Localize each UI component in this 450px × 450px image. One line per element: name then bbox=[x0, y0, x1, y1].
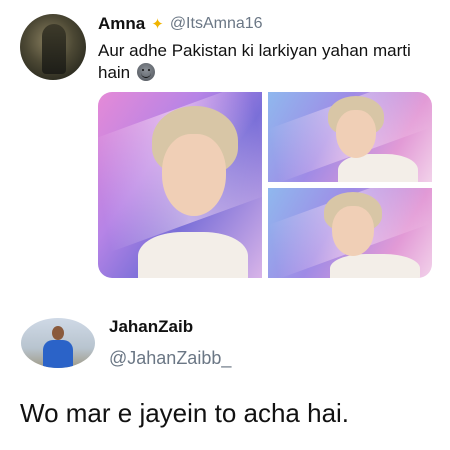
avatar[interactable] bbox=[20, 14, 86, 80]
avatar-figure bbox=[42, 24, 66, 74]
smiling-face-emoji-icon bbox=[136, 63, 155, 81]
reply-card: JahanZaib @JahanZaibb_ Wo mar e jayein t… bbox=[0, 300, 450, 450]
sparkle-icon: ✦ bbox=[151, 16, 164, 33]
tweet-text: Aur adhe Pakistan ki larkiyan yahan mart… bbox=[98, 40, 438, 84]
reply-author-name[interactable]: JahanZaib bbox=[109, 317, 193, 337]
tweet-card: Amna ✦ @ItsAmna16 Aur adhe Pakistan ki l… bbox=[0, 0, 450, 290]
author-handle[interactable]: @ItsAmna16 bbox=[170, 15, 263, 33]
avatar-head bbox=[52, 326, 64, 340]
reply-author-handle[interactable]: @JahanZaibb_ bbox=[109, 348, 231, 369]
media-photo-1[interactable] bbox=[98, 92, 262, 278]
reply-text: Wo mar e jayein to acha hai. bbox=[20, 398, 350, 428]
avatar-shirt bbox=[43, 340, 73, 368]
tweet-header: Amna ✦ @ItsAmna16 bbox=[98, 13, 263, 35]
author-name[interactable]: Amna bbox=[98, 14, 145, 34]
media-photo-3[interactable] bbox=[268, 188, 432, 278]
media-photo-2[interactable] bbox=[268, 92, 432, 182]
tweet-media-grid bbox=[98, 92, 432, 278]
reply-avatar[interactable] bbox=[21, 318, 95, 368]
